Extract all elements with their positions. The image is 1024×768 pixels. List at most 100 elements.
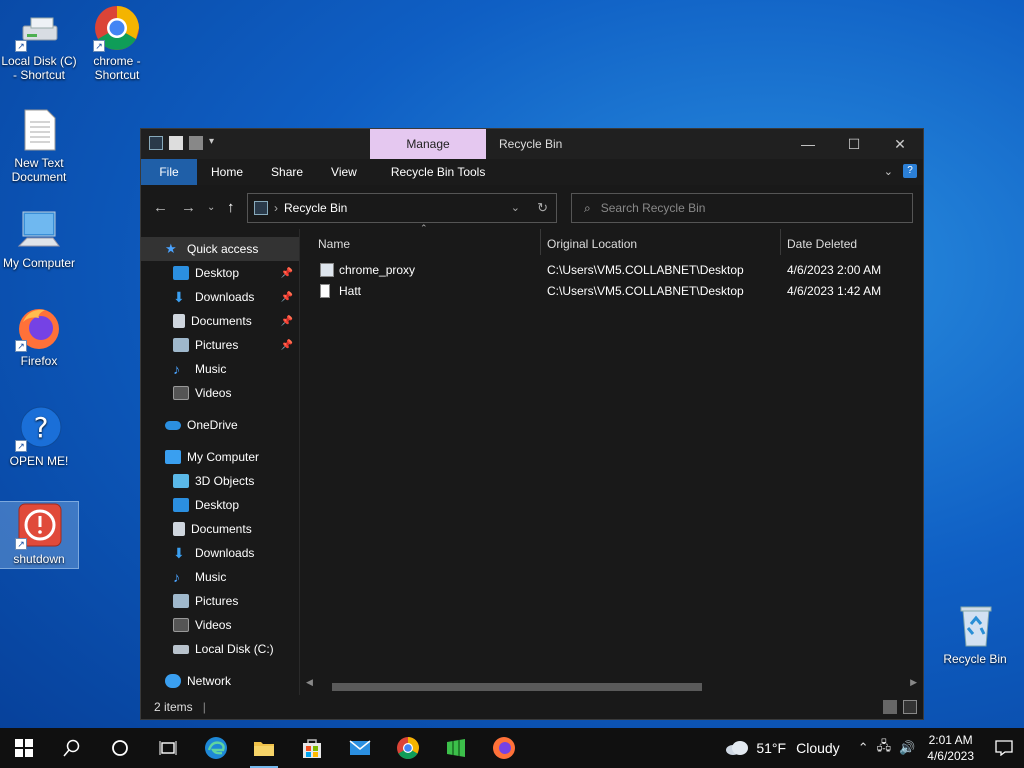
back-button[interactable]: ← [153,199,168,216]
desktop-icon-label: New Text Document [11,156,67,184]
sidebar-item-downloads[interactable]: ⬇ Downloads 📌 [141,285,299,309]
title-bar[interactable]: ▾ Manage Recycle Bin — ☐ ✕ [141,129,923,159]
sidebar-item-pc-pictures[interactable]: Pictures [141,589,299,613]
sidebar-item-3d-objects[interactable]: 3D Objects [141,469,299,493]
clock-date: 4/6/2023 [927,749,974,763]
sidebar-item-pc-desktop[interactable]: Desktop [141,493,299,517]
chrome-icon: ↗ [93,4,141,52]
search-icon [63,739,80,757]
task-view-button[interactable] [144,728,192,768]
pin-icon: 📌 [280,315,293,327]
desktop-icon-text-document[interactable]: New Text Document [0,106,78,184]
star-icon: ★ [165,241,177,256]
address-dropdown-icon[interactable]: ⌄ [511,201,520,214]
table-row[interactable]: chrome_proxy C:\Users\VM5.COLLABNET\Desk… [300,259,923,280]
up-button[interactable]: ↑ [227,199,235,216]
column-header-date-deleted[interactable]: Date Deleted [787,237,857,251]
table-row[interactable]: Hatt C:\Users\VM5.COLLABNET\Desktop 4/6/… [300,280,923,301]
tab-recycle-bin-tools[interactable]: Recycle Bin Tools [377,159,500,185]
properties-icon[interactable] [169,136,183,150]
taskbar-mail[interactable] [336,728,384,768]
tab-share[interactable]: Share [257,159,317,185]
weather-widget[interactable]: 51°F Cloudy [724,740,840,756]
customize-toolbar-icon[interactable]: ▾ [209,136,223,150]
show-hidden-icons-icon[interactable]: ⌃ [858,740,869,756]
search-input[interactable]: ⌕ Search Recycle Bin [571,193,913,223]
taskbar: 51°F Cloudy ⌃ 🖧 🔊 2:01 AM 4/6/2023 [0,728,1024,768]
sort-ascending-icon: ⌃ [420,223,428,233]
large-icons-view-icon[interactable] [903,700,917,714]
desktop-icon-chrome[interactable]: ↗ chrome - Shortcut [78,4,156,82]
clock[interactable]: 2:01 AM 4/6/2023 [927,732,974,764]
weather-temperature: 51°F [756,740,787,756]
search-button[interactable] [48,728,96,768]
sidebar-item-pc-documents[interactable]: Documents [141,517,299,541]
tab-view[interactable]: View [317,159,371,185]
chevron-right-icon: › [274,201,278,215]
expand-ribbon-icon[interactable]: ⌄ [884,165,893,178]
sidebar-item-pictures[interactable]: Pictures 📌 [141,333,299,357]
sidebar-item-local-disk[interactable]: Local Disk (C:) [141,637,299,661]
sidebar-item-my-computer[interactable]: My Computer [141,445,299,469]
taskbar-game-app[interactable] [432,728,480,768]
desktop-icon-label: chrome - Shortcut [93,54,141,82]
column-header-name[interactable]: Name [318,237,350,251]
windows-icon [15,739,33,757]
scroll-right-icon[interactable]: ▶ [910,677,917,688]
sidebar-item-pc-music[interactable]: ♪ Music [141,565,299,589]
horizontal-scrollbar[interactable]: ◀ ▶ [306,677,917,691]
taskbar-firefox[interactable] [480,728,528,768]
maximize-button[interactable]: ☐ [831,129,877,159]
forward-button[interactable]: → [181,199,196,216]
help-icon: ? ↗ [15,404,63,452]
shutdown-icon: ↗ [15,502,63,550]
notification-center-button[interactable] [984,728,1024,768]
taskbar-file-explorer[interactable] [240,728,288,768]
desktop-icon-shutdown[interactable]: ↗ shutdown [0,501,79,569]
close-button[interactable]: ✕ [877,129,923,159]
recent-locations-button[interactable]: ⌄ [207,202,215,213]
desktop-icon-open-me[interactable]: ? ↗ OPEN ME! [0,404,78,468]
cortana-button[interactable] [96,728,144,768]
desktop-icon-firefox[interactable]: ↗ Firefox [0,304,78,368]
sidebar-item-quick-access[interactable]: ★ Quick access [141,237,299,261]
scrollbar-thumb[interactable] [332,683,702,691]
navigation-pane: ★ Quick access Desktop 📌 ⬇ Downloads 📌 Doc… [141,229,299,695]
sidebar-item-documents[interactable]: Documents 📌 [141,309,299,333]
address-bar[interactable]: › Recycle Bin ⌄ ↻ [247,193,557,223]
taskbar-store[interactable] [288,728,336,768]
help-button[interactable]: ? [903,164,917,178]
sidebar-item-desktop[interactable]: Desktop 📌 [141,261,299,285]
sidebar-item-pc-downloads[interactable]: ⬇ Downloads [141,541,299,565]
desktop-icon-local-disk[interactable]: ↗ Local Disk (C) - Shortcut [0,4,78,82]
network-icon[interactable]: 🖧 [877,737,892,759]
edge-icon [205,737,227,759]
column-header-original-location[interactable]: Original Location [547,237,637,251]
download-icon: ⬇ [173,545,185,561]
start-button[interactable] [0,728,48,768]
taskbar-chrome[interactable] [384,728,432,768]
refresh-icon[interactable]: ↻ [537,200,548,216]
desktop-icon-label: My Computer [2,256,76,270]
tab-home[interactable]: Home [197,159,257,185]
scroll-left-icon[interactable]: ◀ [306,677,313,688]
minimize-button[interactable]: — [785,129,831,159]
file-icon [320,284,330,298]
sidebar-item-videos[interactable]: Videos [141,381,299,405]
file-name: Hatt [339,284,362,298]
volume-icon[interactable]: 🔊 [899,740,915,756]
taskbar-edge[interactable] [192,728,240,768]
sidebar-item-music[interactable]: ♪ Music [141,357,299,381]
tab-file[interactable]: File [141,159,197,185]
desktop-icon-recycle-bin[interactable]: Recycle Bin [936,602,1014,666]
tab-manage[interactable]: Manage [370,129,486,159]
sidebar-item-onedrive[interactable]: OneDrive [141,413,299,437]
music-icon: ♪ [173,361,180,377]
pin-icon: 📌 [280,291,293,303]
sidebar-item-pc-videos[interactable]: Videos [141,613,299,637]
pin-icon: 📌 [280,339,293,351]
sidebar-item-network[interactable]: Network [141,669,299,693]
new-folder-icon[interactable] [189,136,203,150]
details-view-icon[interactable] [883,700,897,714]
desktop-icon-my-computer[interactable]: My Computer [0,206,78,270]
